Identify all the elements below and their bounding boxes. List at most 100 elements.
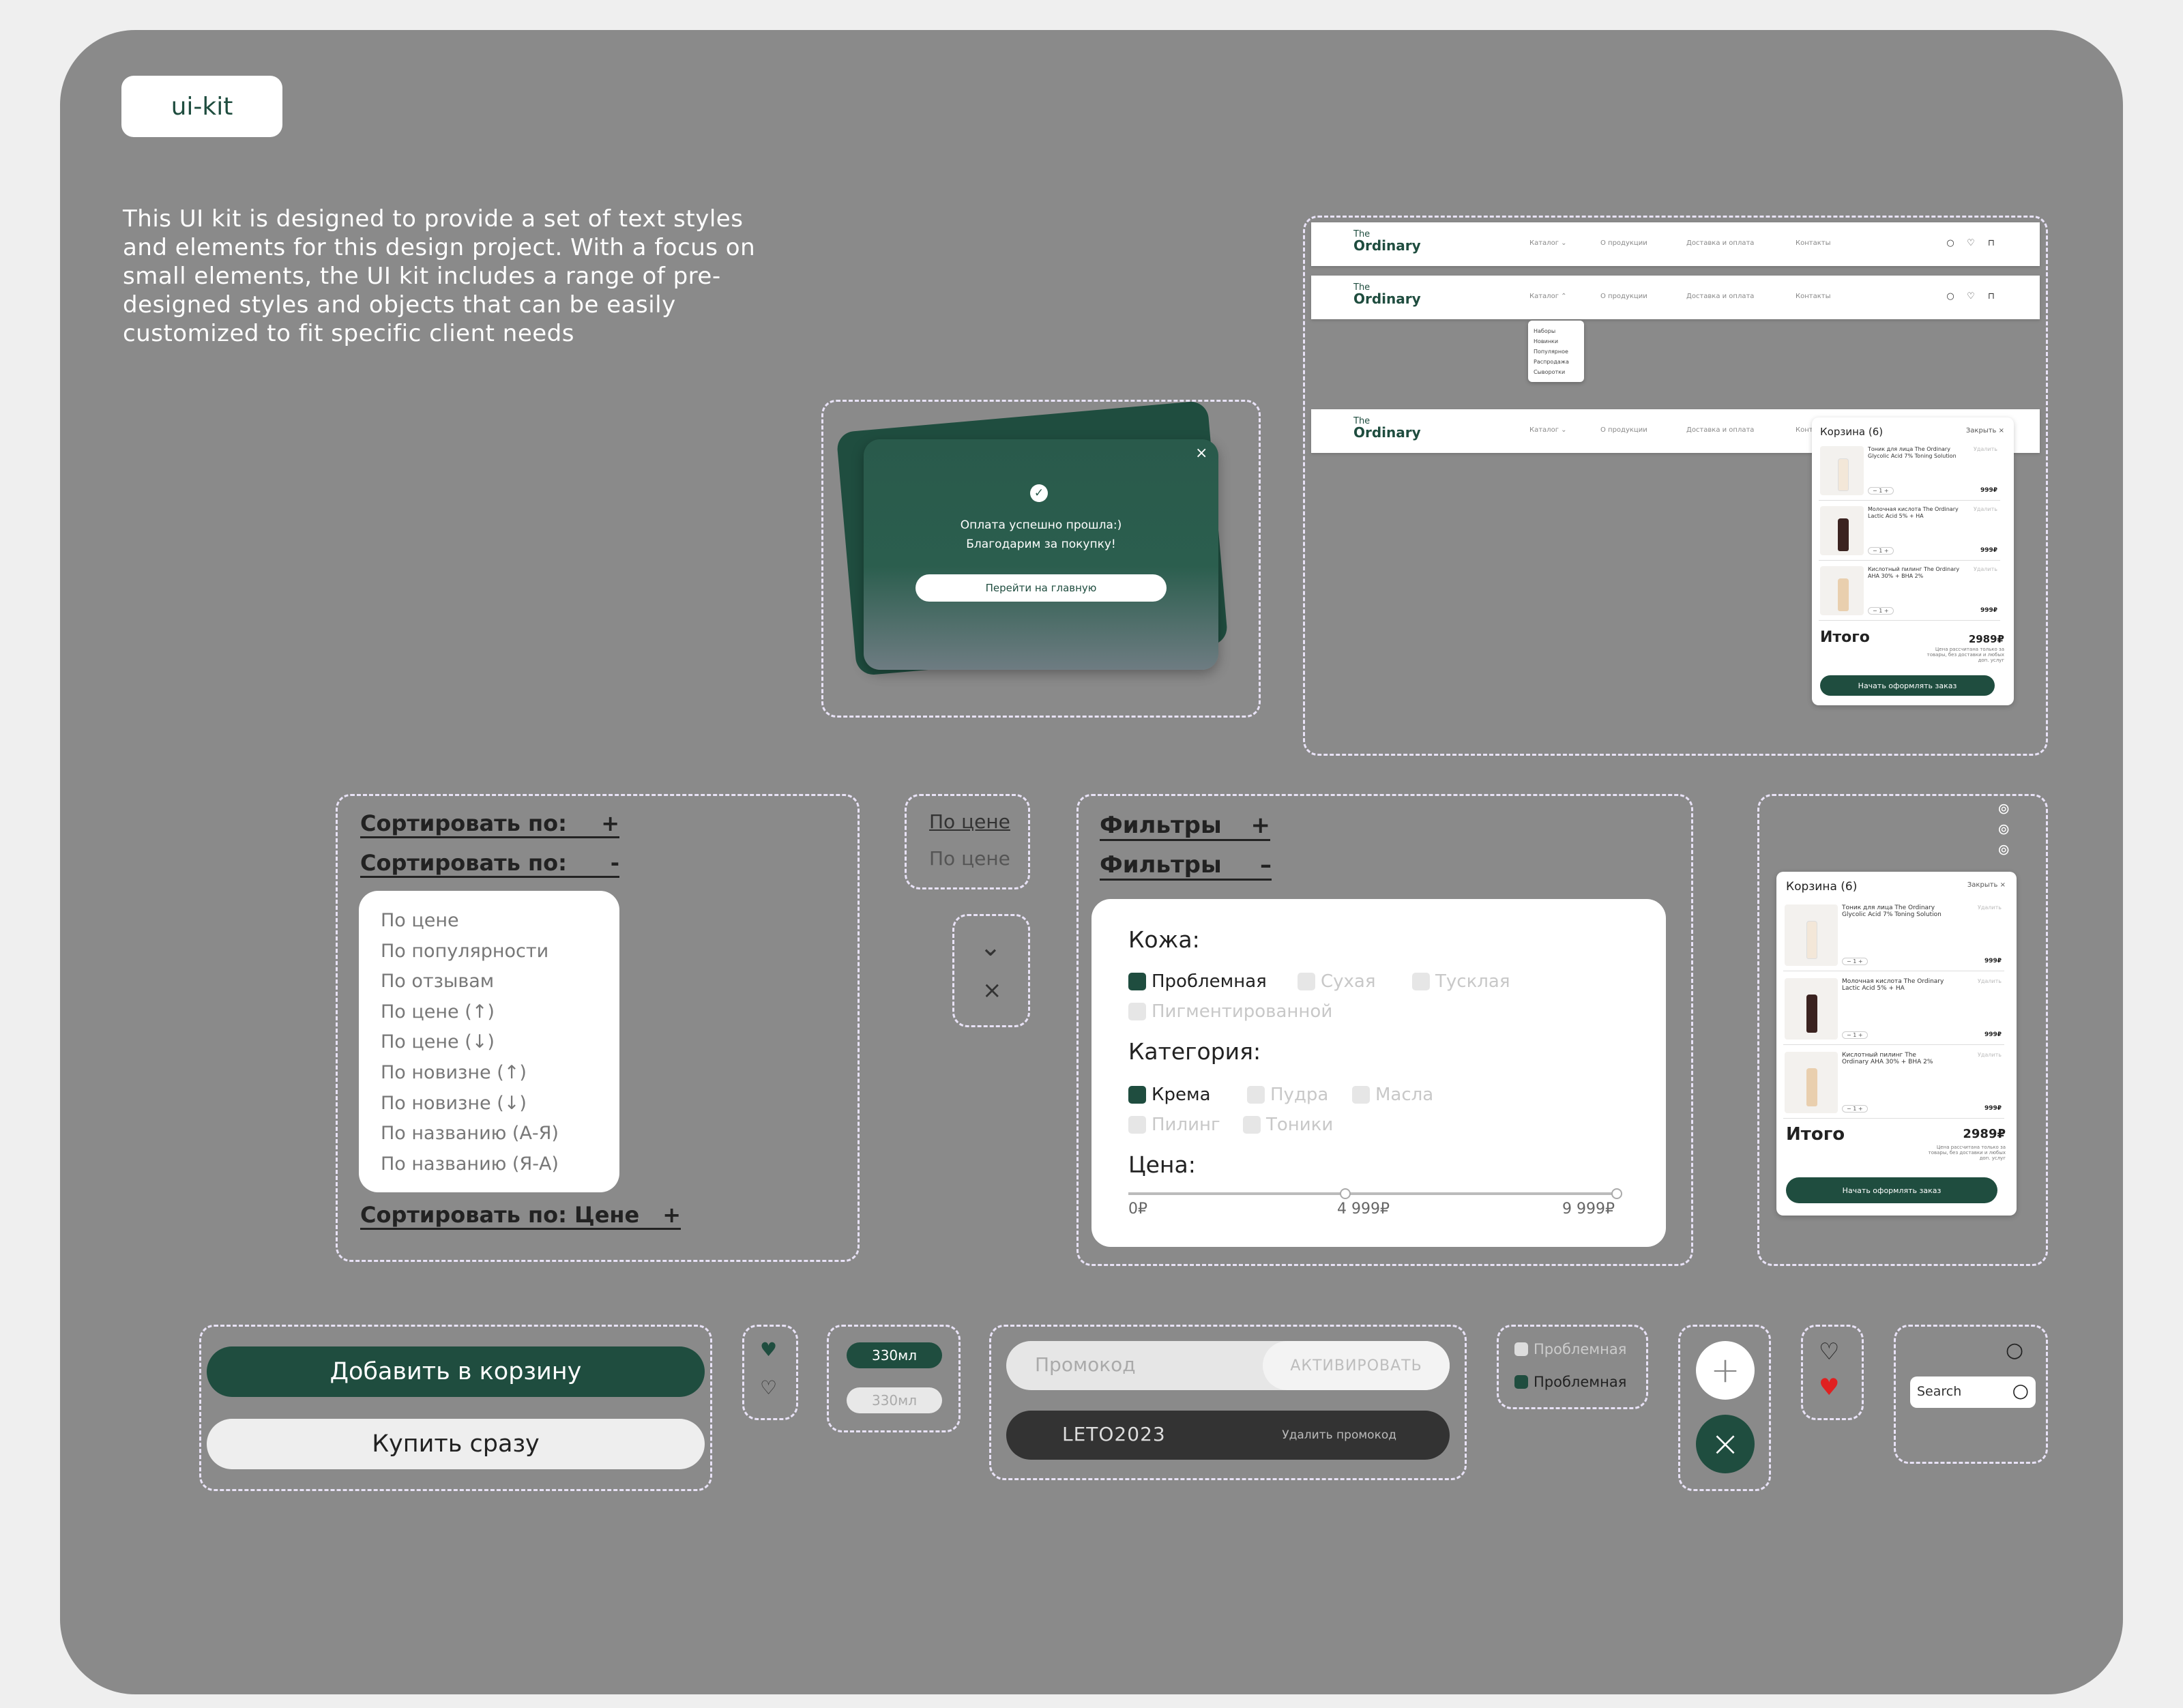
logo[interactable]: The Ordinary <box>1353 230 1421 252</box>
nav-about[interactable]: О продукции <box>1600 293 1647 300</box>
checkbox-skin-dry[interactable]: Сухая <box>1298 971 1376 992</box>
nav-catalog[interactable]: Каталог ⌃ <box>1529 293 1567 300</box>
heart-icon[interactable]: ♡ <box>1966 239 1976 248</box>
dropdown-item[interactable]: Наборы <box>1534 326 1579 336</box>
sort-label-expanded[interactable]: Сортировать по: - <box>360 850 619 878</box>
remove-link[interactable]: Удалить <box>1978 904 2002 911</box>
checkbox-cat-toner[interactable]: Тоники <box>1243 1115 1333 1135</box>
remove-link[interactable]: Удалить <box>1974 446 1997 452</box>
dropdown-item[interactable]: Распродажа <box>1534 357 1579 367</box>
price-slider-handle-min[interactable] <box>1340 1188 1351 1199</box>
heart-outline-icon[interactable]: ♡ <box>760 1376 777 1399</box>
go-home-button[interactable]: Перейти на главную <box>915 574 1167 602</box>
checkbox-checked[interactable]: Проблемная <box>1514 1374 1626 1390</box>
minus-icon: – <box>1260 851 1272 879</box>
sort-option[interactable]: По названию (Я-А) <box>381 1149 598 1180</box>
nav-catalog[interactable]: Каталог ⌄ <box>1529 239 1567 247</box>
sort-option[interactable]: По новизне (↑) <box>381 1058 598 1089</box>
nav-delivery[interactable]: Доставка и оплата <box>1686 426 1754 434</box>
search-icon[interactable]: ○ <box>1946 292 1955 301</box>
price-sort-active[interactable]: По цене <box>929 810 1010 833</box>
remove-link[interactable]: Удалить <box>1978 1052 2002 1058</box>
checkout-button[interactable]: Начать оформлять заказ <box>1786 1177 1997 1203</box>
sort-label-collapsed[interactable]: Сортировать по: + <box>360 810 619 838</box>
nav-contacts[interactable]: Конт <box>1796 426 1813 434</box>
nav-delivery[interactable]: Доставка и оплата <box>1686 293 1754 300</box>
quantity-stepper[interactable]: − 1 + <box>1842 1031 1868 1039</box>
cart-title: Корзина (6) <box>1786 880 1858 894</box>
chevron-down-icon[interactable]: ⌄ <box>980 932 1001 962</box>
close-icon[interactable]: × <box>982 977 1002 1004</box>
cart-note: Цена рассчитана только за товары, без до… <box>1926 647 2004 663</box>
price-slider-handle-max[interactable] <box>1611 1188 1622 1199</box>
sort-option[interactable]: По популярности <box>381 937 598 967</box>
nav-contacts[interactable]: Контакты <box>1796 293 1830 300</box>
dropdown-item[interactable]: Новинки <box>1534 336 1579 347</box>
volume-option-inactive[interactable]: 330мл <box>847 1387 942 1413</box>
remove-link[interactable]: Удалить <box>1974 506 1997 512</box>
nav-about[interactable]: О продукции <box>1600 426 1647 434</box>
checkout-button[interactable]: Начать оформлять заказ <box>1820 675 1995 696</box>
add-to-cart-button[interactable]: Добавить в корзину <box>207 1346 705 1397</box>
search-icon[interactable]: ○ <box>2006 1338 2023 1362</box>
sort-label-selected[interactable]: Сортировать по: Цене + <box>360 1202 681 1230</box>
heart-icon[interactable]: ♡ <box>1966 292 1976 301</box>
quantity-stepper[interactable]: − 1 + <box>1868 607 1894 615</box>
heart-outline-icon[interactable]: ♡ <box>1819 1338 1839 1366</box>
cart-icon[interactable]: ⊓ <box>1987 239 1996 248</box>
checkbox-unchecked[interactable]: Проблемная <box>1514 1341 1626 1357</box>
sort-option[interactable]: По цене (↑) <box>381 997 598 1028</box>
close-icon[interactable]: × <box>1195 445 1207 462</box>
heart-filled-icon[interactable]: ♥ <box>1819 1374 1839 1401</box>
quantity-stepper[interactable]: − 1 + <box>1868 487 1894 495</box>
site-header: The Ordinary Каталог ⌄ О продукции Достав… <box>1311 222 2040 266</box>
sort-option[interactable]: По новизне (↓) <box>381 1089 598 1119</box>
quantity-stepper[interactable]: − 1 + <box>1868 547 1894 555</box>
activate-button[interactable]: АКТИВИРОВАТЬ <box>1263 1341 1450 1390</box>
search-icon[interactable]: ○ <box>1946 239 1955 248</box>
buy-now-button[interactable]: Купить сразу <box>207 1419 705 1469</box>
checkbox-skin-pigmented[interactable]: Пигментированной <box>1128 1001 1332 1022</box>
quantity-stepper[interactable]: − 1 + <box>1842 958 1868 965</box>
dropdown-item[interactable]: Сыворотки <box>1534 367 1579 377</box>
checkbox-cat-oil[interactable]: Масла <box>1352 1085 1433 1105</box>
add-icon[interactable]: + <box>1696 1341 1755 1400</box>
nav-about[interactable]: О продукции <box>1600 239 1647 247</box>
catalog-dropdown: Наборы Новинки Популярное Распродажа Сыв… <box>1528 321 1584 382</box>
sort-option[interactable]: По названию (А-Я) <box>381 1119 598 1149</box>
close-icon[interactable]: × <box>1696 1415 1755 1473</box>
heart-filled-icon[interactable]: ♥ <box>760 1338 777 1361</box>
sort-option[interactable]: По цене <box>381 906 598 937</box>
remove-link[interactable]: Удалить <box>1974 566 1997 572</box>
search-input[interactable]: Search <box>1917 1384 1961 1399</box>
checkbox-cat-cream[interactable]: Крема <box>1128 1085 1211 1105</box>
checkbox-skin-problem[interactable]: Проблемная <box>1128 971 1267 992</box>
nav-catalog[interactable]: Каталог ⌄ <box>1529 426 1567 434</box>
promo-input[interactable]: Промокод <box>1035 1353 1136 1376</box>
search-icon[interactable]: ○ <box>2012 1379 2029 1402</box>
checkbox-cat-peeling[interactable]: Пилинг <box>1128 1115 1220 1135</box>
price-slider-track[interactable] <box>1128 1192 1620 1195</box>
sort-option[interactable]: По отзывам <box>381 967 598 997</box>
volume-option-active[interactable]: 330мл <box>847 1342 942 1368</box>
cart-icon[interactable]: ⊓ <box>1987 292 1996 301</box>
remove-link[interactable]: Удалить <box>1978 978 2002 984</box>
quantity-stepper[interactable]: − 1 + <box>1842 1105 1868 1113</box>
plus-icon: + <box>662 1202 681 1228</box>
remove-promo-link[interactable]: Удалить промокод <box>1282 1428 1396 1442</box>
price-sort-inactive[interactable]: По цене <box>929 847 1010 870</box>
price-title: Цена: <box>1128 1151 1196 1178</box>
logo[interactable]: The Ordinary <box>1353 283 1421 306</box>
cart-close[interactable]: Закрыть × <box>1967 881 2006 889</box>
checkbox-skin-dull[interactable]: Тусклая <box>1412 971 1510 992</box>
dropdown-item[interactable]: Популярное <box>1534 347 1579 357</box>
sort-option[interactable]: По цене (↓) <box>381 1027 598 1058</box>
nav-contacts[interactable]: Контакты <box>1796 239 1830 247</box>
checkbox-cat-powder[interactable]: Пудра <box>1247 1085 1328 1105</box>
cart-panel: Корзина (6) Закрыть × Тоник для лица The… <box>1812 417 2014 705</box>
logo[interactable]: The Ordinary <box>1353 417 1421 439</box>
filters-label-expanded[interactable]: Фильтры – <box>1100 851 1272 881</box>
nav-delivery[interactable]: Доставка и оплата <box>1686 239 1754 247</box>
cart-close[interactable]: Закрыть × <box>1966 427 2004 435</box>
filters-label-collapsed[interactable]: Фильтры + <box>1100 812 1270 841</box>
